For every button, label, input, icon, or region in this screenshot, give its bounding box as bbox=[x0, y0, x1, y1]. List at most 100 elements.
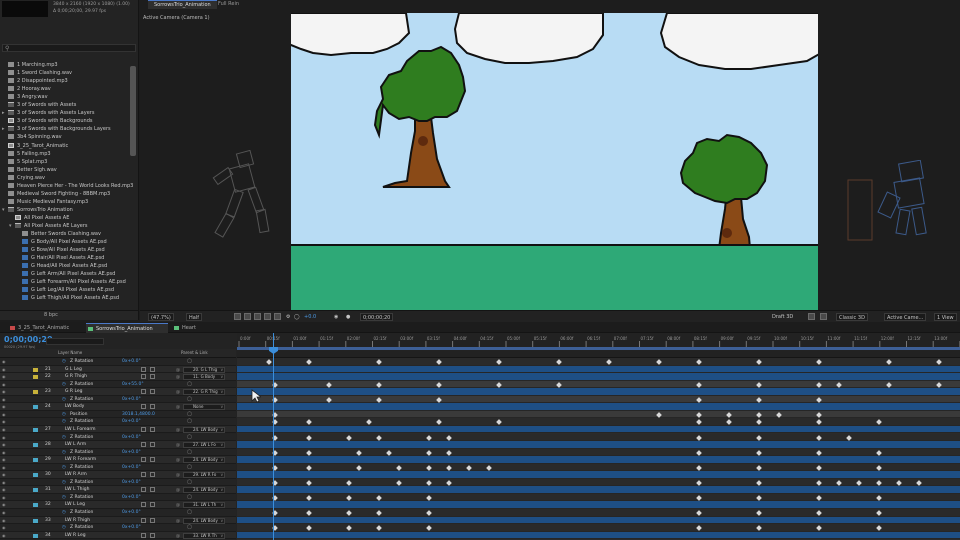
show-snapshot-icon[interactable]: ● bbox=[346, 313, 350, 321]
3d-ground-plane-icon[interactable] bbox=[808, 313, 815, 320]
project-scrollbar[interactable] bbox=[130, 66, 136, 156]
resolution-dropdown[interactable]: Half bbox=[186, 313, 202, 321]
exposure-reset-icon[interactable]: ◯ bbox=[294, 313, 300, 321]
twirl-icon[interactable]: ▸ bbox=[2, 109, 5, 117]
keyframe[interactable] bbox=[916, 479, 922, 486]
keyframe[interactable] bbox=[346, 495, 352, 501]
visibility-eye-icon[interactable]: ◉ bbox=[2, 510, 6, 515]
property-track[interactable] bbox=[237, 395, 960, 404]
property-value[interactable]: 0x+0.0° bbox=[122, 525, 141, 530]
keyframe[interactable] bbox=[816, 412, 822, 418]
keyframe[interactable] bbox=[756, 479, 762, 486]
work-area-bar[interactable] bbox=[237, 347, 960, 350]
property-track[interactable] bbox=[237, 418, 960, 426]
project-item[interactable]: G Left Forearm/All Pixel Assets AE.psd bbox=[22, 278, 126, 286]
layer-row[interactable]: ◉ 31 LW L Thigh 24. LW Body bbox=[0, 486, 236, 494]
label-color-swatch[interactable] bbox=[33, 405, 38, 410]
property-value[interactable]: 0x+55.0° bbox=[122, 382, 144, 387]
label-color-swatch[interactable] bbox=[33, 443, 38, 448]
keyframe[interactable] bbox=[756, 396, 762, 403]
project-item[interactable]: 2 Hooray.wav bbox=[8, 85, 51, 93]
label-color-swatch[interactable] bbox=[33, 533, 38, 538]
stopwatch-icon[interactable]: ◷ bbox=[62, 412, 66, 417]
property-row[interactable]: ◉ ◷ Z Rotation 0x+55.0° ◯ bbox=[0, 380, 236, 389]
shy-switch[interactable] bbox=[141, 502, 146, 508]
visibility-eye-icon[interactable]: ◉ bbox=[2, 359, 6, 364]
layer-name[interactable]: LW L Thigh bbox=[65, 487, 89, 492]
label-color-swatch[interactable] bbox=[33, 367, 38, 372]
layer-duration-bar[interactable] bbox=[237, 441, 960, 449]
property-track[interactable] bbox=[237, 478, 960, 487]
label-color-swatch[interactable] bbox=[33, 427, 38, 432]
layer-name[interactable]: LW L Arm bbox=[65, 442, 86, 447]
layer-name[interactable]: LW Body bbox=[65, 404, 84, 409]
property-value[interactable]: 3018.1,4800.0 bbox=[122, 412, 155, 417]
keyframe[interactable] bbox=[426, 510, 432, 516]
keyframe[interactable] bbox=[816, 510, 822, 516]
pick-whip-icon[interactable]: ◯ bbox=[187, 397, 192, 402]
stopwatch-icon[interactable]: ◷ bbox=[62, 510, 66, 515]
motion-blur-switch[interactable] bbox=[150, 487, 155, 493]
keyframe[interactable] bbox=[816, 525, 822, 531]
shy-switch[interactable] bbox=[141, 404, 146, 410]
layer-duration-bar[interactable] bbox=[237, 403, 960, 411]
stopwatch-icon[interactable]: ◷ bbox=[62, 525, 66, 530]
tab-composition[interactable]: SorrowsTrio_Animation bbox=[148, 0, 217, 9]
layer-row[interactable]: ◉ 23 G R Leg 22. G R Thig bbox=[0, 388, 236, 396]
layer-duration-bar[interactable] bbox=[237, 425, 960, 434]
motion-blur-switch[interactable] bbox=[150, 532, 155, 538]
keyframe[interactable] bbox=[696, 396, 702, 403]
keyframe[interactable] bbox=[696, 419, 702, 426]
visibility-eye-icon[interactable]: ◉ bbox=[2, 404, 6, 409]
twirl-icon[interactable]: ▸ bbox=[2, 125, 5, 133]
label-color-swatch[interactable] bbox=[33, 473, 38, 478]
keyframe[interactable] bbox=[876, 510, 882, 516]
label-color-swatch[interactable] bbox=[33, 488, 38, 493]
keyframe[interactable] bbox=[366, 419, 372, 426]
shy-switch[interactable] bbox=[141, 472, 146, 478]
keyframe[interactable] bbox=[696, 381, 702, 388]
motion-blur-switch[interactable] bbox=[150, 442, 155, 448]
keyframe[interactable] bbox=[376, 359, 382, 365]
region-of-interest-icon[interactable] bbox=[234, 313, 241, 320]
tab-tarot-animatic[interactable]: 3_25_Tarot_Animatic bbox=[8, 323, 84, 333]
property-row[interactable]: ◉ ◷ Z Rotation 0x+0.0° ◯ bbox=[0, 509, 236, 517]
layer-name[interactable]: LW R Leg bbox=[65, 533, 86, 538]
parent-dropdown[interactable]: 20. G L Thig bbox=[176, 366, 225, 373]
parent-dropdown[interactable]: 22. G R Thig bbox=[176, 389, 225, 396]
keyframe[interactable] bbox=[816, 359, 822, 365]
motion-blur-switch[interactable] bbox=[150, 374, 155, 380]
keyframe[interactable] bbox=[696, 412, 702, 418]
property-row[interactable]: ◉ ◷ Z Rotation 0x+0.0° ◯ bbox=[0, 433, 236, 442]
project-item[interactable]: 3 Angry.wav bbox=[8, 93, 48, 101]
layer-name[interactable]: LW R Thigh bbox=[65, 518, 90, 523]
property-track[interactable] bbox=[237, 524, 960, 532]
project-item[interactable]: G Hair/All Pixel Assets AE.psd bbox=[22, 254, 104, 262]
parent-dropdown[interactable]: 31. LW L Th bbox=[176, 502, 225, 509]
keyframe[interactable] bbox=[756, 464, 762, 471]
keyframe[interactable] bbox=[346, 525, 352, 531]
keyframe[interactable] bbox=[876, 479, 882, 486]
visibility-eye-icon[interactable]: ◉ bbox=[2, 525, 6, 530]
project-item[interactable]: G Left Thigh/All Pixel Assets AE.psd bbox=[22, 294, 119, 302]
composition-canvas[interactable] bbox=[291, 13, 818, 310]
visibility-eye-icon[interactable]: ◉ bbox=[2, 435, 6, 440]
visibility-eye-icon[interactable]: ◉ bbox=[2, 457, 6, 462]
visibility-eye-icon[interactable]: ◉ bbox=[2, 419, 6, 424]
project-item[interactable]: G Head/All Pixel Assets AE.psd bbox=[22, 262, 107, 270]
property-value[interactable]: 0x+0.0° bbox=[122, 465, 141, 470]
layer-row[interactable]: ◉ 22 G R Thigh 11. G Body bbox=[0, 373, 236, 381]
keyframe[interactable] bbox=[846, 434, 852, 441]
keyframe[interactable] bbox=[446, 479, 452, 486]
layer-row[interactable]: ◉ 33 LW R Thigh 24. LW Body bbox=[0, 516, 236, 525]
shy-switch[interactable] bbox=[141, 457, 146, 463]
magnification-dropdown[interactable]: (47.7%) bbox=[148, 313, 174, 321]
parent-header[interactable]: Parent & Link bbox=[181, 350, 208, 355]
keyframe[interactable] bbox=[726, 419, 732, 426]
keyframe[interactable] bbox=[426, 449, 432, 456]
property-value[interactable]: 0x+0.0° bbox=[122, 480, 141, 485]
keyframe[interactable] bbox=[696, 479, 702, 486]
visibility-eye-icon[interactable]: ◉ bbox=[2, 472, 6, 477]
keyframe[interactable] bbox=[776, 412, 782, 418]
label-color-swatch[interactable] bbox=[33, 390, 38, 395]
